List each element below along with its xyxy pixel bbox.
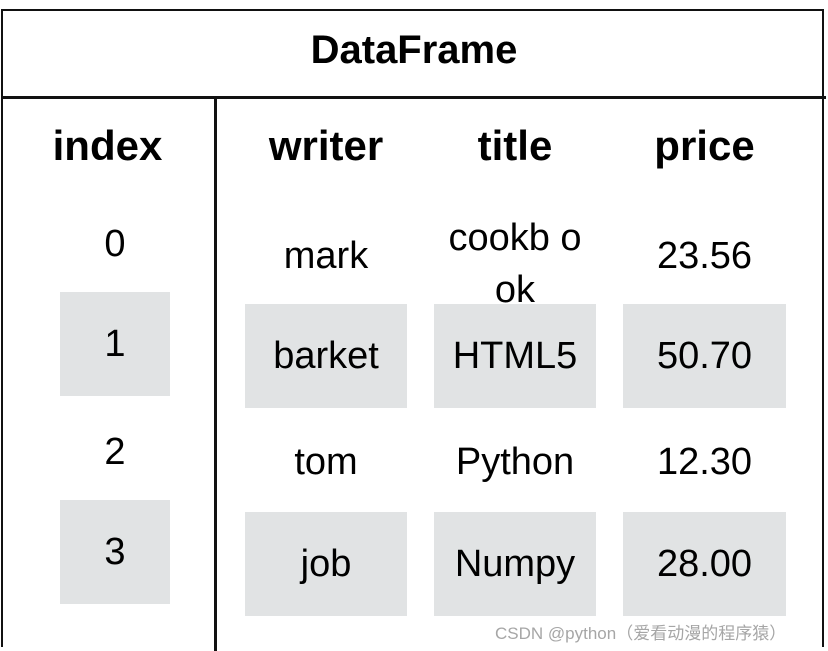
cell-title: HTML5 [452, 335, 578, 377]
index-cell: 0 [104, 223, 126, 265]
cell-price: 23.56 [656, 235, 753, 277]
index-divider [214, 98, 217, 651]
watermark: CSDN @python（爱看动漫的程序猿） [495, 624, 787, 643]
cell-title: Numpy [454, 543, 576, 585]
cell-price: 28.00 [656, 543, 753, 585]
column-header-title: title [477, 122, 553, 169]
cell-writer: tom [294, 441, 358, 483]
column-header-writer: writer [268, 122, 384, 169]
cell-price: 12.30 [656, 441, 753, 483]
cell-title: cookb ook [448, 217, 582, 304]
cell-writer: mark [283, 235, 369, 277]
index-cell: 1 [104, 323, 126, 365]
index-header: index [52, 122, 163, 169]
index-cell: 2 [104, 431, 126, 473]
cell-price: 50.70 [656, 335, 753, 377]
cell-writer: job [300, 543, 352, 585]
cell-writer: barket [273, 335, 379, 377]
diagram-title: DataFrame [310, 28, 518, 72]
column-header-price: price [654, 122, 755, 169]
header-divider [1, 96, 826, 99]
cell-title: Python [455, 441, 575, 483]
index-cell: 3 [104, 531, 126, 573]
